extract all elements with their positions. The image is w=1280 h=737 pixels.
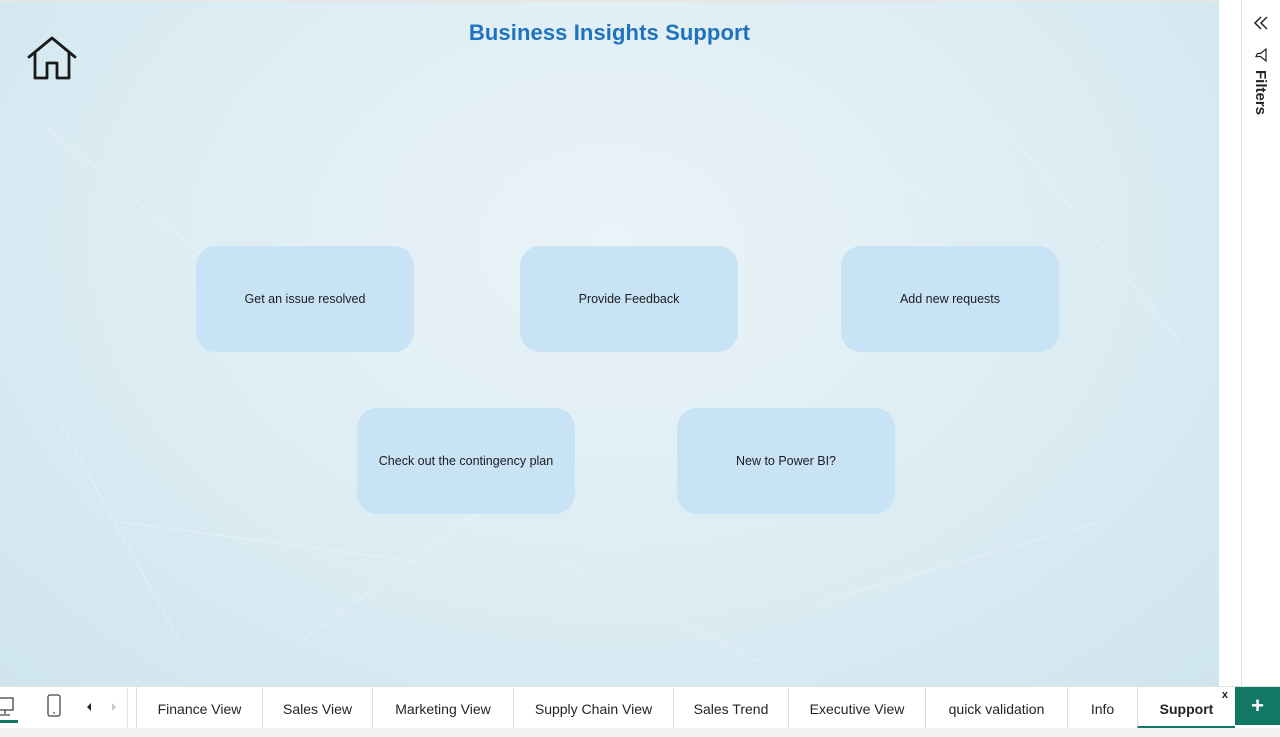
get-issue-resolved-button[interactable]: Get an issue resolved — [196, 246, 414, 352]
filters-label[interactable]: Filters — [1252, 70, 1269, 115]
double-chevron-left-icon[interactable] — [1252, 14, 1270, 32]
close-tab-icon[interactable]: x — [1222, 689, 1228, 701]
tab-label: Sales Trend — [693, 701, 769, 717]
tab-support[interactable]: Support x — [1137, 687, 1235, 729]
desktop-layout-icon[interactable] — [0, 695, 20, 721]
report-canvas: Business Insights Support Get an issue r… — [0, 0, 1219, 686]
tab-label: quick validation — [948, 701, 1045, 717]
tab-marketing-view[interactable]: Marketing View — [372, 687, 513, 729]
tab-label: Sales View — [282, 701, 352, 717]
contingency-plan-button[interactable]: Check out the contingency plan — [357, 408, 575, 514]
tab-label: Marketing View — [395, 701, 491, 717]
tab-label: Finance View — [157, 701, 242, 717]
new-to-power-bi-button[interactable]: New to Power BI? — [677, 408, 895, 514]
tab-label: Info — [1090, 701, 1115, 717]
filters-pane: Filters — [1241, 0, 1280, 686]
status-strip — [0, 728, 1280, 737]
tab-finance-view[interactable]: Finance View — [136, 687, 262, 729]
tab-sales-trend[interactable]: Sales Trend — [673, 687, 788, 729]
funnel-icon — [1255, 48, 1267, 62]
provide-feedback-button[interactable]: Provide Feedback — [520, 246, 738, 352]
tab-executive-view[interactable]: Executive View — [788, 687, 925, 729]
tab-label: Executive View — [809, 701, 905, 717]
tab-info[interactable]: Info — [1067, 687, 1137, 729]
desktop-layout-indicator — [0, 720, 18, 723]
add-page-button[interactable]: + — [1235, 687, 1280, 725]
tab-sales-view[interactable]: Sales View — [262, 687, 372, 729]
add-new-requests-button[interactable]: Add new requests — [841, 246, 1059, 352]
page-title: Business Insights Support — [468, 20, 751, 45]
mobile-layout-icon[interactable] — [46, 694, 62, 718]
canvas-gutter — [1219, 0, 1241, 686]
page-tabs: Finance View Sales View Marketing View S… — [136, 687, 1235, 729]
page-tab-bar: Finance View Sales View Marketing View S… — [0, 686, 1280, 729]
tab-label: Supply Chain View — [534, 701, 653, 717]
tab-divider — [127, 689, 128, 727]
next-page-arrow-icon[interactable] — [109, 701, 119, 713]
tab-label: Support — [1159, 701, 1214, 717]
tab-quick-validation[interactable]: quick validation — [925, 687, 1067, 729]
previous-page-arrow-icon[interactable] — [84, 701, 94, 713]
tab-supply-chain-view[interactable]: Supply Chain View — [513, 687, 673, 729]
